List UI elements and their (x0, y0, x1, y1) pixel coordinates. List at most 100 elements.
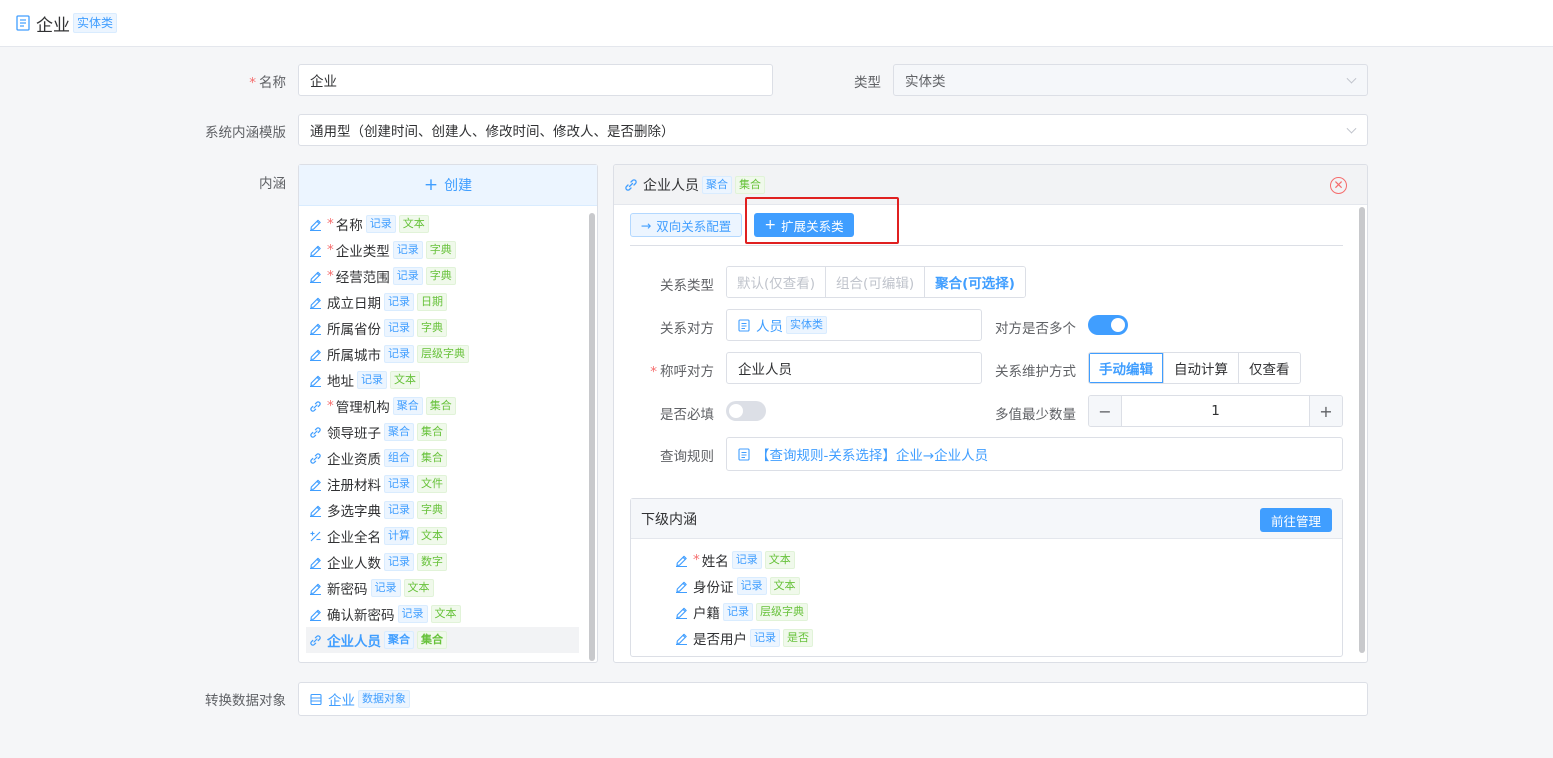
required-mark: * (327, 242, 334, 258)
tag: 字典 (417, 319, 447, 337)
item-label: 企业类型 (335, 244, 390, 260)
tag: 聚合 (384, 631, 414, 649)
list-item[interactable]: 户籍 记录 层级字典 (665, 599, 813, 625)
relation-type-aggregation[interactable]: 聚合(可选择) (925, 267, 1025, 297)
link-icon (310, 634, 321, 646)
sub-connotation-panel: 下级内涵 前往管理 * 姓名 记录 文本 身份证 记录 文本 户籍 记录 层级字典 是否用户 记录 是否 (630, 498, 1343, 657)
list-item[interactable]: 企业人数 记录 数字 (299, 549, 589, 575)
close-icon[interactable]: ✕ (1330, 177, 1347, 194)
item-label: 新密码 (327, 582, 368, 598)
document-icon (738, 447, 750, 461)
relation-type-label: 关系类型 (660, 278, 714, 294)
bidirectional-config-button[interactable]: → 双向关系配置 (630, 213, 742, 237)
item-label: 姓名 (701, 554, 729, 570)
item-label: 多选字典 (327, 504, 381, 520)
increment-button[interactable]: + (1310, 396, 1342, 426)
panel-title: 企业人员 (643, 177, 699, 194)
tag: 字典 (417, 501, 447, 519)
pencil-icon (676, 581, 687, 593)
tag: 文本 (390, 371, 420, 389)
list-item[interactable]: * 企业类型 记录 字典 (299, 237, 589, 263)
list-item[interactable]: 企业人员 聚合 集合 (306, 627, 579, 653)
tag: 聚合 (702, 175, 732, 194)
connotation-list-panel: + 创建 * 名称 记录 文本 * 企业类型 记录 字典 * 经营范围 记录 字典 成立日期 记录 日期 所属省… (298, 164, 598, 663)
tag: 集合 (417, 423, 447, 441)
required-mark: * (327, 268, 334, 284)
query-rule-field[interactable]: 【查询规则-关系选择】企业→企业人员 (726, 437, 1343, 471)
multi-switch[interactable] (1088, 315, 1128, 335)
document-icon (16, 15, 30, 31)
list-item[interactable]: 所属省份 记录 字典 (299, 315, 589, 341)
convert-field[interactable]: 企业 数据对象 (298, 682, 1368, 716)
tag: 聚合 (384, 423, 414, 441)
list-item[interactable]: * 经营范围 记录 字典 (299, 263, 589, 289)
list-item[interactable]: 企业全名 计算 文本 (299, 523, 589, 549)
pencil-icon (676, 607, 687, 619)
decrement-button[interactable]: − (1089, 396, 1121, 426)
template-select[interactable]: 通用型（创建时间、创建人、修改时间、修改人、是否删除） (298, 114, 1368, 146)
page-title: 企业 (36, 15, 70, 36)
item-label: 户籍 (693, 606, 720, 622)
sub-connotation-title: 下级内涵 (641, 511, 697, 528)
min-count-label: 多值最少数量 (995, 407, 1076, 423)
alias-input[interactable]: 企业人员 (726, 352, 982, 384)
maintain-manual[interactable]: 手动编辑 (1089, 353, 1164, 383)
link-icon (310, 452, 321, 464)
list-item[interactable]: 新密码 记录 文本 (299, 575, 589, 601)
required-mark: * (327, 216, 334, 232)
name-input[interactable]: 企业 (298, 64, 773, 96)
tag: 记录 (384, 293, 414, 311)
relation-type-composition[interactable]: 组合(可编辑) (826, 267, 926, 297)
create-button[interactable]: + 创建 (299, 165, 597, 206)
list-item[interactable]: 地址 记录 文本 (299, 367, 589, 393)
chevron-down-icon (1346, 73, 1357, 84)
relation-target-field[interactable]: 人员 实体类 (726, 309, 982, 341)
chevron-down-icon (1346, 123, 1357, 134)
list-item[interactable]: 注册材料 记录 文件 (299, 471, 589, 497)
list-item[interactable]: * 管理机构 聚合 集合 (299, 393, 589, 419)
list-item[interactable]: 领导班子 聚合 集合 (299, 419, 589, 445)
pencil-icon (310, 609, 321, 621)
list-item[interactable]: 企业资质 组合 集合 (299, 445, 589, 471)
pencil-icon (310, 271, 321, 283)
required-switch[interactable] (726, 401, 766, 421)
scrollbar[interactable] (1359, 207, 1365, 653)
pencil-icon (310, 557, 321, 569)
tag: 文本 (430, 605, 461, 623)
list-item[interactable]: 是否用户 记录 是否 (665, 625, 813, 651)
list-item[interactable]: 确认新密码 记录 文本 (299, 601, 589, 627)
tag: 集合 (735, 175, 765, 194)
document-icon (738, 318, 750, 332)
data-object-icon (310, 693, 322, 705)
manage-button[interactable]: 前往管理 (1260, 508, 1332, 532)
calc-icon (310, 531, 321, 541)
list-item[interactable]: 身份证 记录 文本 (665, 573, 813, 599)
relation-type-default[interactable]: 默认(仅查看) (727, 267, 827, 297)
scrollbar[interactable] (589, 213, 595, 661)
pencil-icon (310, 479, 321, 491)
list-item[interactable]: * 名称 记录 文本 (299, 211, 589, 237)
min-count-value[interactable]: 1 (1121, 396, 1310, 426)
maintain-auto[interactable]: 自动计算 (1164, 353, 1239, 383)
tag: 记录 (736, 577, 767, 595)
type-select[interactable]: 实体类 (893, 64, 1368, 96)
list-item[interactable]: * 姓名 记录 文本 (665, 547, 813, 573)
relation-type-group: 默认(仅查看) 组合(可编辑) 聚合(可选择) (726, 266, 1026, 298)
tag: 是否 (783, 629, 813, 647)
tag: 日期 (417, 293, 447, 311)
item-label: 注册材料 (327, 478, 381, 494)
pencil-icon (310, 323, 321, 335)
tag: 文件 (417, 475, 447, 493)
item-label: 经营范围 (335, 270, 390, 286)
connotation-label: 内涵 (259, 176, 286, 192)
list-item[interactable]: 多选字典 记录 字典 (299, 497, 589, 523)
arrow-right-icon: → (640, 217, 652, 233)
list-item[interactable]: 成立日期 记录 日期 (299, 289, 589, 315)
list-item[interactable]: 所属城市 记录 层级字典 (299, 341, 589, 367)
tag: 集合 (417, 449, 447, 467)
link-icon (310, 426, 321, 438)
pencil-icon (310, 375, 321, 387)
item-label: 成立日期 (327, 296, 381, 312)
tag: 记录 (731, 551, 762, 569)
maintain-readonly[interactable]: 仅查看 (1239, 353, 1300, 383)
